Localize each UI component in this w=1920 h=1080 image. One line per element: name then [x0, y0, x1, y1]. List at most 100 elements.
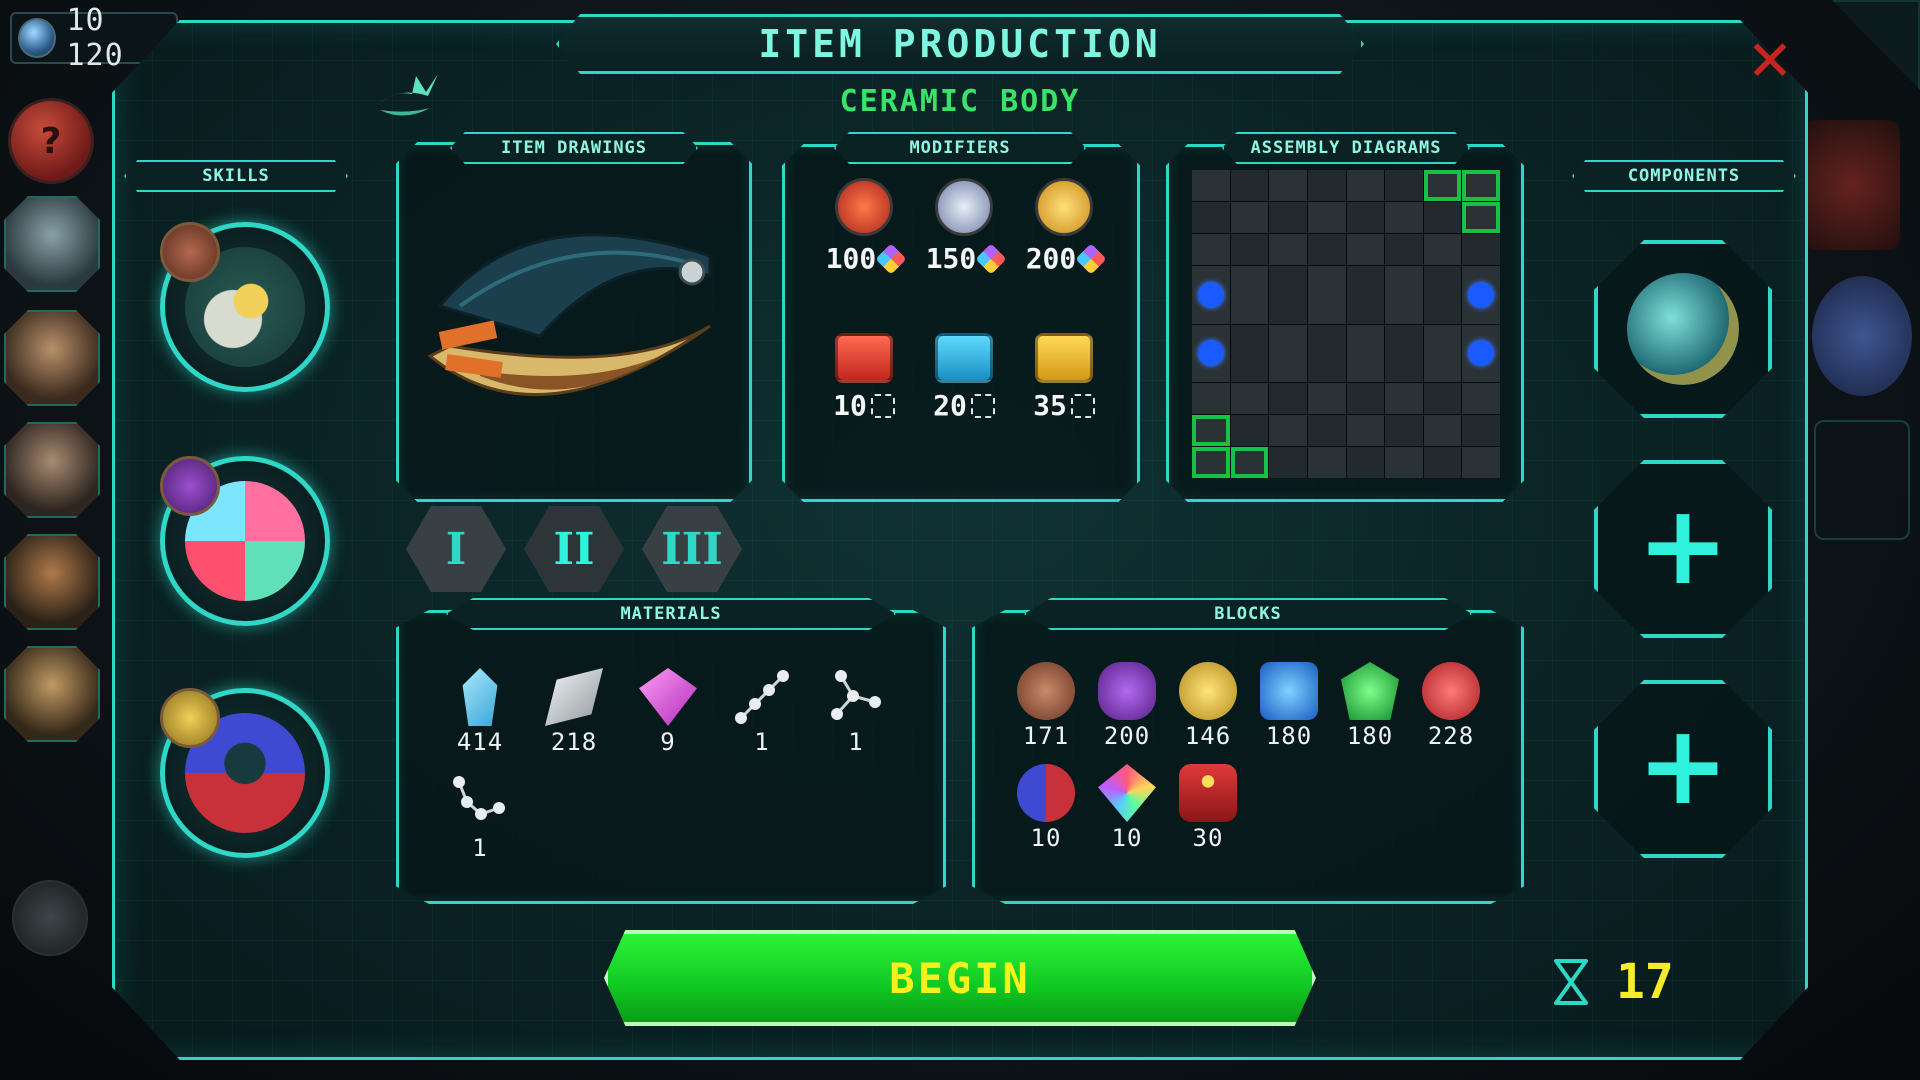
tech-tree-icon[interactable] [1814, 420, 1910, 540]
material-item[interactable]: 1 [440, 774, 520, 862]
grid-cell [1307, 170, 1346, 202]
modifiers-label: MODIFIERS [909, 138, 1011, 158]
tier-3-gear-icon [1035, 178, 1093, 236]
grid-cell [1192, 202, 1230, 234]
modifier-slot[interactable]: 200 [1014, 178, 1114, 275]
blocks-tab: BLOCKS [1024, 598, 1472, 630]
block-count: 200 [1103, 722, 1151, 750]
grid-cell [1192, 382, 1230, 414]
grid-cell [1230, 414, 1269, 446]
modifier-value: 20 [933, 389, 967, 422]
gold-circuit-chip-icon [1035, 333, 1093, 383]
grid-cell [1269, 202, 1307, 234]
old-man-avatar[interactable] [4, 422, 100, 518]
modifier-value: 200 [1025, 242, 1077, 275]
grid-cell [1230, 324, 1269, 382]
block-item[interactable]: 171 [1006, 662, 1086, 750]
tier-2-label: II [553, 523, 595, 575]
block-item[interactable]: 10 [1006, 764, 1086, 852]
assembly-grid[interactable] [1192, 170, 1500, 478]
cube-icon [975, 242, 1007, 275]
block-item[interactable]: 10 [1087, 764, 1167, 852]
grid-cell [1346, 234, 1385, 266]
settings-gear-icon[interactable] [1832, 0, 1920, 90]
chain-molecule-icon [453, 776, 505, 820]
grid-cell [1307, 234, 1346, 266]
modifier-slot[interactable]: 10 [814, 333, 914, 422]
fragment-icon [1070, 393, 1095, 418]
grid-cell [1269, 266, 1307, 324]
block-item[interactable]: 200 [1087, 662, 1167, 750]
item-drawings-tab: ITEM DRAWINGS [450, 132, 698, 164]
skills-tab: SKILLS [124, 160, 348, 192]
modifier-slot[interactable]: 35 [1014, 333, 1114, 422]
component-slot-3[interactable]: + [1594, 680, 1772, 858]
discord-icon[interactable] [1812, 276, 1912, 396]
red-stamp-block-icon [1422, 662, 1480, 720]
grid-cell [1269, 446, 1307, 478]
modifier-slot[interactable]: 100 [814, 178, 914, 275]
grid-cell [1346, 324, 1385, 382]
modifier-value: 100 [825, 242, 877, 275]
grid-cell [1192, 170, 1230, 202]
production-timer: 17 [1552, 954, 1674, 1010]
block-item[interactable]: 228 [1411, 662, 1491, 750]
grid-cell [1423, 324, 1462, 382]
help-button[interactable]: ? [8, 98, 94, 184]
modifier-cost: 100 [825, 242, 907, 275]
yellow-ore-block-icon [1179, 662, 1237, 720]
block-item[interactable]: 30 [1168, 764, 1248, 852]
grid-cell [1230, 382, 1269, 414]
blue-crystal-block-icon [1260, 662, 1318, 720]
material-item[interactable]: 414 [440, 668, 520, 756]
cube-icon [875, 242, 907, 275]
begin-label: BEGIN [889, 953, 1031, 1003]
modifier-cost: 150 [926, 242, 1007, 275]
block-item[interactable]: 180 [1330, 662, 1410, 750]
fragment-icon [970, 393, 995, 418]
tier-3-label: III [661, 523, 723, 575]
grid-cell [1385, 382, 1423, 414]
red-circuit-chip-icon [835, 333, 893, 383]
blocks-label: BLOCKS [1214, 604, 1282, 624]
begin-button[interactable]: BEGIN [604, 930, 1316, 1026]
chest-icon[interactable] [1804, 120, 1900, 250]
grid-cell [1385, 414, 1423, 446]
bearded-dwarf-avatar[interactable] [4, 310, 100, 406]
material-item[interactable]: 1 [722, 668, 802, 756]
modifier-slot[interactable]: 150 [914, 178, 1014, 275]
grid-cell [1269, 234, 1307, 266]
component-slot-2[interactable]: + [1594, 460, 1772, 638]
bird-logo-icon [376, 74, 438, 116]
blocks-list: 171 200 146 180 180 228 10 10 30 [1006, 662, 1506, 852]
grid-cell [1385, 234, 1423, 266]
page-title: ITEM PRODUCTION [758, 22, 1162, 66]
grid-cell-occupied [1462, 170, 1500, 202]
material-item[interactable]: 9 [628, 668, 708, 756]
material-item[interactable]: 1 [816, 668, 896, 756]
block-item[interactable]: 146 [1168, 662, 1248, 750]
close-button[interactable]: ✕ [1744, 34, 1796, 90]
modifier-slot[interactable]: 20 [914, 333, 1014, 422]
block-item[interactable]: 180 [1249, 662, 1329, 750]
robot-avatar[interactable] [4, 196, 100, 292]
grid-cell [1423, 234, 1462, 266]
components-tab: COMPONENTS [1572, 160, 1796, 192]
block-count: 146 [1184, 722, 1232, 750]
potion-flask-icon [1627, 273, 1739, 385]
modifier-value: 10 [833, 389, 867, 422]
grid-cell [1385, 324, 1423, 382]
material-item[interactable]: 218 [534, 668, 614, 756]
pilot-woman-avatar[interactable] [4, 646, 100, 742]
fragment-icon [870, 393, 895, 418]
tower-icon[interactable] [12, 880, 88, 956]
connector-dot [1192, 324, 1230, 382]
grid-cell [1423, 382, 1462, 414]
grid-cell [1269, 324, 1307, 382]
engineer-avatar[interactable] [4, 534, 100, 630]
grid-cell [1230, 202, 1269, 234]
tier-2-gear-icon [935, 178, 993, 236]
grid-cell [1307, 446, 1346, 478]
modifiers-tab: MODIFIERS [834, 132, 1086, 164]
component-slot-1[interactable] [1594, 240, 1772, 418]
